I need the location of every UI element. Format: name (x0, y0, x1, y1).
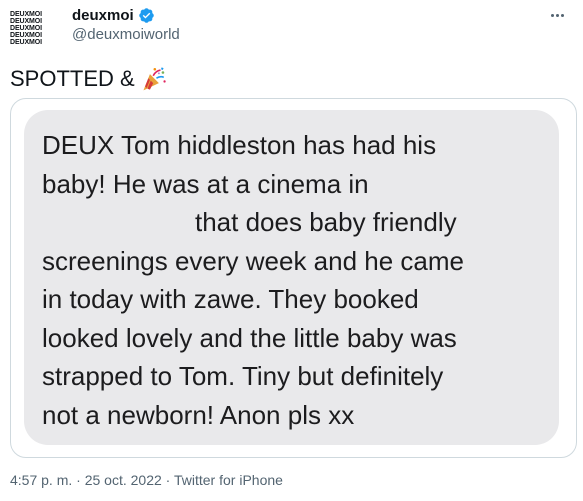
tweet-source-link[interactable]: Twitter for iPhone (174, 472, 283, 488)
tweet-time[interactable]: 4:57 p. m. (10, 472, 72, 488)
tweet-text: SPOTTED & (10, 66, 167, 92)
author-handle[interactable]: @deuxmoiworld (72, 26, 180, 43)
message-bubble: DEUX Tom hiddleston has had his baby! He… (24, 110, 559, 445)
message-line: that does baby friendly (195, 207, 457, 237)
message-line: screenings every week and he came (42, 246, 465, 276)
author-name-row[interactable]: deuxmoi (72, 5, 155, 25)
more-dot (560, 13, 564, 17)
media-image-card[interactable]: DEUX Tom hiddleston has had his baby! He… (10, 98, 577, 458)
tweet-meta: 4:57 p. m. · 25 oct. 2022 · Twitter for … (10, 472, 283, 488)
message-line: in today with zawe. They booked (42, 284, 419, 314)
avatar-text-line: DEUXMOI (10, 10, 42, 18)
tweet-date[interactable]: 25 oct. 2022 (85, 472, 162, 488)
meta-separator: · (76, 472, 81, 488)
more-dot (550, 13, 554, 17)
message-line: strapped to Tom. Tiny but definitely (42, 361, 444, 391)
avatar-text-line: DEUXMOI (10, 24, 42, 32)
tweet-text-content: SPOTTED & (10, 66, 135, 91)
tweet-header: DEUXMOI DEUXMOI DEUXMOI DEUXMOI DEUXMOI … (0, 0, 583, 52)
message-line: baby! He was at a cinema in (42, 169, 369, 199)
party-popper-icon (143, 67, 166, 91)
display-name[interactable]: deuxmoi (72, 7, 134, 24)
avatar-text-line: DEUXMOI (10, 31, 42, 39)
avatar[interactable]: DEUXMOI DEUXMOI DEUXMOI DEUXMOI DEUXMOI (10, 8, 58, 48)
avatar-text-line: DEUXMOI (10, 38, 42, 46)
more-options-icon[interactable] (547, 8, 567, 22)
message-line: DEUX Tom hiddleston has had his (42, 130, 437, 160)
message-line: looked lovely and the little baby was (42, 323, 457, 353)
message-line: not a newborn! Anon pls xx (42, 400, 355, 430)
avatar-text-line: DEUXMOI (10, 17, 42, 25)
more-dot (555, 13, 559, 17)
verified-badge-icon (138, 7, 154, 23)
meta-separator: · (165, 472, 171, 488)
